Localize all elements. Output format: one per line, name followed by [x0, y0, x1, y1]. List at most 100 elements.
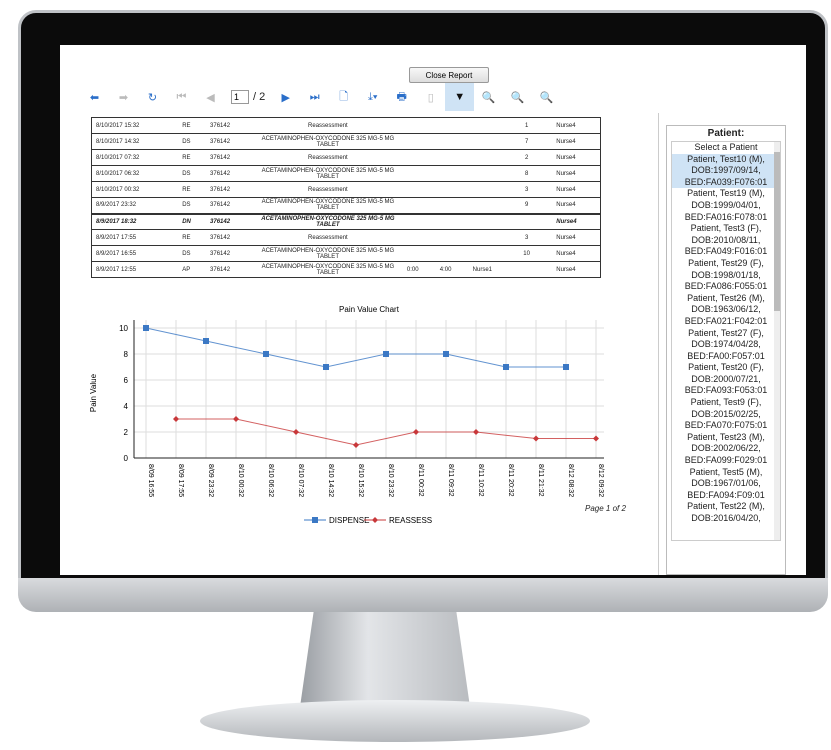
- monitor-stand: [300, 612, 470, 707]
- table-cell: 8/10/2017 07:32: [91, 149, 179, 166]
- filter-icon[interactable]: ▼: [445, 83, 475, 111]
- table-cell: [468, 133, 515, 150]
- patient-option[interactable]: Patient, Test5 (M), DOB:1967/01/06, BED:…: [672, 467, 780, 502]
- table-cell: DS: [178, 245, 207, 262]
- y-tick-label: 2: [124, 428, 129, 437]
- table-cell: [435, 229, 469, 246]
- table-cell: Nurse4: [552, 181, 602, 198]
- table-cell: ACETAMINOPHEN-OXYCODONE 325 MG-5 MG TABL…: [252, 197, 403, 214]
- table-cell: ACETAMINOPHEN-OXYCODONE 325 MG-5 MG TABL…: [252, 261, 403, 278]
- table-cell: [514, 261, 539, 278]
- last-page-icon[interactable]: ⏭: [300, 83, 329, 111]
- table-cell: DS: [178, 197, 207, 214]
- patient-placeholder[interactable]: Select a Patient: [672, 142, 780, 154]
- patient-list[interactable]: Select a Patient Patient, Test10 (M), DO…: [671, 141, 781, 541]
- y-tick-label: 0: [124, 454, 129, 463]
- table-cell: 8/9/2017 23:32: [91, 197, 179, 214]
- refresh-icon[interactable]: ↻: [138, 83, 167, 111]
- y-tick-label: 10: [119, 324, 128, 333]
- data-point: [143, 325, 149, 331]
- table-row: 8/9/2017 18:32 DN 376142 ACETAMINOPHEN-OXYC…: [91, 212, 602, 230]
- patient-selector: Patient: Select a Patient Patient, Test1…: [666, 125, 786, 575]
- forward-icon[interactable]: ➡: [109, 83, 138, 111]
- table-cell: [435, 165, 469, 182]
- prev-page-icon[interactable]: ◀: [196, 83, 225, 111]
- legend-marker: [312, 517, 318, 523]
- table-cell: [538, 165, 553, 182]
- monitor-chin: [18, 578, 828, 612]
- table-cell: RE: [178, 117, 207, 134]
- page-navigator: / 2: [231, 90, 265, 104]
- table-cell: [468, 229, 515, 246]
- next-page-icon[interactable]: ▶: [271, 83, 300, 111]
- table-cell: [538, 261, 553, 278]
- patient-option[interactable]: Patient, Test26 (M), DOB:1963/06/12, BED…: [672, 293, 780, 328]
- table-row: 8/10/2017 15:32 RE 376142 Reassessment 1 Nurs…: [91, 117, 602, 134]
- x-tick-label: 8/12 09:32: [597, 464, 604, 497]
- table-cell: Reassessment: [252, 229, 403, 246]
- table-cell: 376142: [206, 181, 253, 198]
- export-icon[interactable]: ⤓▾: [358, 83, 387, 111]
- zoom-in-icon[interactable]: 🔍: [474, 83, 503, 111]
- x-tick-label: 8/11 20:32: [507, 464, 514, 497]
- table-cell: 8: [514, 165, 539, 182]
- x-tick-label: 8/10 23:32: [387, 464, 394, 497]
- page-input[interactable]: [231, 90, 249, 104]
- print-layout-icon[interactable]: ▯: [416, 83, 445, 111]
- print-icon[interactable]: 🖶: [387, 83, 416, 111]
- data-point: [593, 435, 599, 442]
- data-point: [293, 429, 299, 435]
- table-cell: Nurse4: [552, 212, 602, 230]
- table-cell: [402, 197, 436, 214]
- x-tick-label: 8/11 10:32: [477, 464, 484, 497]
- table-cell: 8/9/2017 17:55: [91, 229, 179, 246]
- table-cell: Reassessment: [252, 117, 403, 134]
- patient-option[interactable]: Patient, Test29 (F), DOB:1998/01/18, BED…: [672, 258, 780, 293]
- data-point: [323, 364, 329, 370]
- zoom-out-icon[interactable]: 🔍: [503, 83, 532, 111]
- patient-option[interactable]: Patient, Test20 (F), DOB:2000/07/21, BED…: [672, 362, 780, 397]
- patient-option[interactable]: Patient, Test27 (F), DOB:1974/04/28, BED…: [672, 328, 780, 363]
- patient-option[interactable]: Patient, Test22 (M), DOB:2016/04/20,: [672, 501, 780, 524]
- x-tick-label: 8/12 08:32: [567, 464, 574, 497]
- table-cell: Reassessment: [252, 149, 403, 166]
- patient-option[interactable]: Patient, Test23 (M), DOB:2002/06/22, BED…: [672, 432, 780, 467]
- toolbar: ⬅ ➡ ↻ ⏮ ◀ / 2 ▶ ⏭ 🗋 ⤓▾ 🖶 ▯ ▼ 🔍 🔍 🔍: [80, 83, 561, 111]
- data-point: [263, 351, 269, 357]
- table-cell: 8/9/2017 12:55: [91, 261, 179, 278]
- table-cell: [435, 245, 469, 262]
- mar-table: 8/10/2017 15:32 RE 376142 Reassessment 1 Nurs…: [91, 117, 602, 278]
- table-cell: 0:00: [402, 261, 436, 278]
- table-cell: [468, 149, 515, 166]
- table-cell: RE: [178, 229, 207, 246]
- data-point: [443, 351, 449, 357]
- zoom-fit-icon[interactable]: 🔍: [532, 83, 561, 111]
- data-point: [353, 442, 359, 448]
- page-icon[interactable]: 🗋: [329, 83, 358, 111]
- table-cell: [435, 212, 469, 230]
- pain-value-chart: Pain Value Chart Pain Value 0 2 4 6 8 10 8/09 16…: [89, 305, 604, 525]
- patient-option[interactable]: Patient, Test9 (F), DOB:2015/02/25, BED:…: [672, 397, 780, 432]
- table-cell: DN: [178, 212, 207, 230]
- legend-marker: [372, 517, 378, 523]
- close-report-button[interactable]: Close Report: [409, 67, 489, 83]
- table-cell: 8/10/2017 06:32: [91, 165, 179, 182]
- patient-option[interactable]: Patient, Test10 (M), DOB:1997/09/14, BED…: [672, 153, 780, 189]
- scrollbar[interactable]: [774, 142, 780, 540]
- monitor-base: [200, 700, 590, 742]
- table-cell: [468, 197, 515, 214]
- first-page-icon[interactable]: ⏮: [167, 83, 196, 111]
- table-cell: 1: [514, 117, 539, 134]
- page-indicator: Page 1 of 2: [585, 504, 626, 513]
- table-cell: 376142: [206, 261, 253, 278]
- x-tick-label: 8/09 23:32: [207, 464, 214, 497]
- patient-option[interactable]: Patient, Test3 (F), DOB:2010/08/11, BED:…: [672, 223, 780, 258]
- x-tick-label: 8/09 16:55: [147, 464, 154, 497]
- back-icon[interactable]: ⬅: [80, 83, 109, 111]
- table-cell: [538, 245, 553, 262]
- table-cell: Reassessment: [252, 181, 403, 198]
- table-cell: RE: [178, 181, 207, 198]
- x-tick-label: 8/10 15:32: [357, 464, 364, 497]
- table-cell: [538, 181, 553, 198]
- patient-option[interactable]: Patient, Test19 (M), DOB:1999/04/01, BED…: [672, 188, 780, 223]
